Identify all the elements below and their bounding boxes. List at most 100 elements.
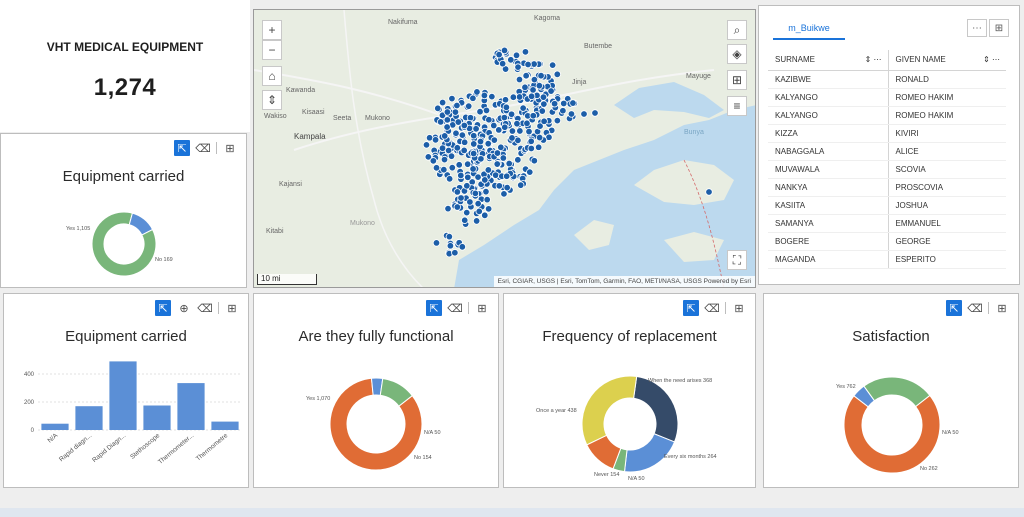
map-point-marker[interactable]: [505, 159, 513, 168]
map-point-marker[interactable]: [538, 107, 546, 115]
map-point-marker[interactable]: [434, 104, 442, 113]
map-point-marker[interactable]: [436, 118, 445, 126]
table-row[interactable]: BOGERE GEORGE: [768, 232, 1006, 251]
more-options-icon[interactable]: ⊞: [224, 300, 240, 316]
more-options-icon[interactable]: ⊞: [994, 300, 1010, 316]
map-point-marker[interactable]: [481, 176, 489, 184]
map-point-marker[interactable]: [490, 136, 499, 144]
map-point-marker[interactable]: [443, 108, 452, 116]
bar[interactable]: [211, 421, 239, 430]
sort-icon[interactable]: ⇕ ⋯: [983, 55, 1000, 64]
satisfaction-donut-chart[interactable]: Yes 762 N/A 50 No 262: [764, 348, 1018, 488]
map-point-marker[interactable]: [457, 171, 465, 180]
more-options-icon[interactable]: ⊞: [474, 300, 490, 316]
map-point-marker[interactable]: [519, 104, 527, 112]
map-point-marker[interactable]: [453, 203, 462, 211]
map-point-marker[interactable]: [525, 127, 533, 136]
map-point-marker[interactable]: [476, 137, 485, 146]
map-point-marker[interactable]: [508, 134, 516, 142]
map-point-marker[interactable]: [466, 198, 474, 206]
map-point-marker[interactable]: [513, 119, 521, 128]
map-point-marker[interactable]: [460, 121, 469, 130]
map-point-marker[interactable]: [535, 133, 544, 142]
donut-slice-yes[interactable]: [843, 394, 941, 474]
map-point-marker[interactable]: [569, 99, 577, 107]
bar[interactable]: [177, 383, 205, 430]
map-point-marker[interactable]: [458, 131, 467, 139]
map-panel[interactable]: Nakifuma Kagoma Butembe Jinja Mayuge Kaw…: [253, 9, 756, 288]
map-point-marker[interactable]: [474, 199, 482, 208]
map-point-marker[interactable]: [440, 165, 448, 174]
map-point-marker[interactable]: [530, 75, 539, 84]
table-row[interactable]: MUVAWALA SCOVIA: [768, 160, 1006, 179]
map-point-marker[interactable]: [535, 81, 544, 90]
map-point-marker[interactable]: [469, 165, 477, 173]
map-point-marker[interactable]: [469, 149, 478, 158]
map-point-marker[interactable]: [540, 100, 548, 108]
map-point-marker[interactable]: [539, 93, 548, 101]
fullscreen-icon[interactable]: ⛶: [727, 250, 747, 270]
map-point-marker[interactable]: [485, 115, 493, 124]
map-point-marker[interactable]: [547, 87, 555, 95]
map-point-marker[interactable]: [445, 175, 454, 183]
map-point-marker[interactable]: [422, 141, 431, 149]
table-row[interactable]: NABAGGALA ALICE: [768, 142, 1006, 161]
map-point-marker[interactable]: [429, 157, 438, 165]
selection-icon[interactable]: ⇱: [155, 300, 171, 316]
grid-view-icon[interactable]: ⊞: [989, 19, 1009, 37]
map-point-marker[interactable]: [530, 60, 538, 68]
map-point-marker[interactable]: [440, 155, 449, 164]
map-point-marker[interactable]: [472, 125, 480, 133]
selection-icon[interactable]: ⇱: [174, 140, 190, 156]
map-point-marker[interactable]: [457, 194, 465, 202]
map-point-marker[interactable]: [460, 138, 469, 146]
map-point-marker[interactable]: [476, 108, 484, 116]
layers-icon[interactable]: ◈: [727, 44, 747, 64]
map-point-marker[interactable]: [527, 144, 535, 153]
table-row[interactable]: KIZZA KIVIRI: [768, 124, 1006, 143]
map-point-marker[interactable]: [453, 188, 462, 196]
map-point-marker[interactable]: [493, 160, 501, 168]
map-point-marker[interactable]: [540, 117, 548, 125]
functional-donut-chart[interactable]: Yes 1,070 N/A 50 No 154: [254, 348, 498, 488]
map-point-marker[interactable]: [484, 205, 493, 213]
map-point-marker[interactable]: [446, 242, 455, 250]
map-point-marker[interactable]: [522, 71, 530, 80]
donut-slice-no[interactable]: [128, 212, 154, 236]
basemap[interactable]: Nakifuma Kagoma Butembe Jinja Mayuge Kaw…: [254, 10, 756, 288]
table-row[interactable]: KASIITA JOSHUA: [768, 196, 1006, 215]
map-point-marker[interactable]: [482, 187, 490, 196]
map-point-marker[interactable]: [516, 127, 524, 135]
map-point-marker[interactable]: [529, 112, 537, 120]
map-point-marker[interactable]: [497, 143, 505, 151]
map-point-marker[interactable]: [432, 239, 441, 247]
clear-selection-icon[interactable]: ⌫: [967, 300, 983, 316]
map-point-marker[interactable]: [507, 56, 515, 64]
clear-selection-icon[interactable]: ⌫: [704, 300, 720, 316]
map-point-marker[interactable]: [567, 110, 576, 118]
tab-m-buikwe[interactable]: m_Buikwe: [773, 18, 845, 40]
more-options-icon[interactable]: ⊞: [222, 140, 238, 156]
map-point-marker[interactable]: [537, 71, 545, 80]
map-point-marker[interactable]: [483, 195, 491, 204]
map-point-marker[interactable]: [495, 182, 504, 190]
map-point-marker[interactable]: [491, 171, 500, 179]
map-point-marker[interactable]: [527, 137, 535, 145]
map-point-marker[interactable]: [451, 249, 459, 257]
map-point-marker[interactable]: [441, 132, 449, 140]
map-point-marker[interactable]: [521, 83, 529, 92]
map-point-marker[interactable]: [477, 155, 485, 163]
bar[interactable]: [41, 423, 69, 430]
replacement-donut-chart[interactable]: When the need arises 368 Every six month…: [504, 348, 755, 488]
compass-icon[interactable]: ⇕: [262, 90, 282, 110]
map-point-marker[interactable]: [534, 143, 543, 151]
bar[interactable]: [75, 406, 103, 430]
map-point-marker[interactable]: [448, 94, 456, 103]
map-point-marker[interactable]: [500, 190, 508, 198]
map-point-marker[interactable]: [447, 152, 456, 160]
map-point-marker[interactable]: [524, 60, 532, 69]
map-point-marker[interactable]: [501, 96, 510, 104]
map-point-marker[interactable]: [451, 108, 460, 116]
map-point-marker[interactable]: [463, 208, 471, 217]
map-point-marker[interactable]: [465, 102, 473, 110]
